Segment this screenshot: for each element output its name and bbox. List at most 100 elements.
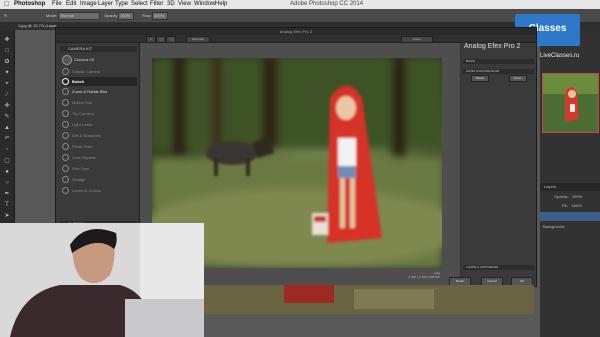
preset-label: Classic Camera [72, 69, 101, 74]
options-bar: ✎ Mode: Normal Opacity: 100% Flow: 100% [0, 9, 600, 23]
layers-panel-header: Layers [540, 183, 600, 191]
layer-row-background[interactable]: Background [540, 222, 600, 231]
split-view-icon[interactable]: ◫ [156, 36, 166, 43]
efex-title-bar: Analog Efex Pro 2 [56, 28, 536, 35]
opacity-field[interactable]: 100% [118, 12, 134, 20]
preset-film-type[interactable]: Film Type [62, 164, 137, 173]
camera-kit-icon [62, 55, 72, 65]
preset-icon [62, 110, 69, 118]
zoom-blur-button[interactable]: Zoom [509, 75, 527, 82]
preset-label: Film Type [72, 166, 90, 171]
preset-icon [62, 187, 69, 195]
menu-edit[interactable]: Edit [66, 0, 76, 9]
preset-levels-curves[interactable]: Levels & Curves [62, 186, 137, 195]
eraser-icon[interactable]: ▫ [3, 146, 11, 154]
preset-label: Toy Camera [72, 111, 94, 116]
mode-select[interactable]: Normal [58, 12, 100, 20]
preset-icon [62, 68, 69, 76]
layers-fill-value[interactable]: 100% [571, 203, 581, 208]
menu-3d[interactable]: 3D [167, 0, 175, 9]
layer-row-active[interactable] [540, 212, 600, 221]
magic-wand-icon[interactable]: ✦ [3, 69, 11, 77]
preset-motion-blur[interactable]: Motion Blur [62, 98, 137, 107]
layer-name: Background [543, 224, 565, 229]
section-basic[interactable]: BASIC [463, 59, 534, 64]
zoom-button[interactable]: Zoom [401, 36, 433, 43]
menu-image[interactable]: Image [80, 0, 97, 9]
pen-tool-icon[interactable]: ✒ [3, 190, 11, 198]
preset-icon [62, 99, 69, 107]
healing-brush-icon[interactable]: ✙ [3, 102, 11, 110]
crop-tool-icon[interactable]: ⌖ [3, 80, 11, 88]
menu-file[interactable]: File [52, 0, 62, 9]
menu-filter[interactable]: Filter [150, 0, 163, 9]
preset-photo-plate[interactable]: Photo Plate [62, 142, 137, 151]
move-tool-icon[interactable]: ✚ [3, 36, 11, 44]
window-title: Adobe Photoshop CC 2014 [290, 1, 364, 7]
preset-bokeh[interactable]: Bokeh [62, 77, 137, 86]
marquee-tool-icon[interactable]: □ [3, 47, 11, 55]
preset-label: Motion Blur [72, 100, 93, 105]
preset-icon [62, 143, 69, 151]
efex-brand: Analog Efex Pro 2 [464, 43, 521, 50]
mac-menu-bar:  Photoshop File Edit Image Layer Type S… [0, 0, 600, 9]
menu-view[interactable]: View [178, 0, 191, 9]
rotate-button[interactable]: Rotate [471, 75, 489, 82]
preset-icon [62, 132, 69, 140]
opacity-label: Opacity: [104, 13, 119, 18]
section-camera-kit[interactable]: CAMERA KIT [60, 46, 137, 52]
type-tool-icon[interactable]: T [3, 201, 11, 209]
menu-help[interactable]: Help [215, 0, 227, 9]
layers-fill-label: Fill: [562, 203, 569, 208]
menu-window[interactable]: Window [194, 0, 215, 9]
section-loupe-histogram[interactable]: LOUPE & HISTOGRAM [463, 265, 534, 270]
preset-icon [62, 165, 69, 173]
menu-layer[interactable]: Layer [98, 0, 113, 9]
preset-classic-camera[interactable]: Classic Camera [62, 67, 137, 76]
flow-field[interactable]: 100% [152, 12, 168, 20]
stamp-tool-icon[interactable]: ▲ [3, 124, 11, 132]
preset-label: Levels & Curves [72, 188, 102, 193]
preset-lens-vignette[interactable]: Lens Vignette [62, 153, 137, 162]
photo-caption: 1.jpg 4 418 × 6 624 | 300 PPI [340, 271, 440, 279]
preset-vintage[interactable]: Vintage [62, 175, 137, 184]
preset-dirt-scratches[interactable]: Dirt & Scratches [62, 131, 137, 140]
menu-app-name[interactable]: Photoshop [14, 0, 45, 9]
eyedropper-icon[interactable]: ∕ [3, 91, 11, 99]
history-brush-icon[interactable]: ↶ [3, 135, 11, 143]
efex-toolbar: □ ◫ ◫ Compare Zoom [56, 35, 536, 43]
menu-type[interactable]: Type [115, 0, 128, 9]
layers-opacity-value[interactable]: 100% [572, 194, 582, 199]
mode-value: Normal [61, 13, 74, 18]
menu-select[interactable]: Select [131, 0, 148, 9]
brush-tool-icon[interactable]: ✎ [4, 9, 7, 22]
preset-icon [62, 88, 69, 96]
preset-icon [62, 78, 69, 86]
preset-zoom-rotate-blur[interactable]: Zoom & Rotate Blur [62, 87, 137, 96]
apple-icon[interactable]:  [4, 0, 9, 9]
preset-label: Photo Plate [72, 144, 93, 149]
gradient-tool-icon[interactable]: ▢ [3, 157, 11, 165]
preset-icon [62, 176, 69, 184]
dodge-tool-icon[interactable]: ○ [3, 179, 11, 187]
preset-toy-camera[interactable]: Toy Camera [62, 109, 137, 118]
blur-tool-icon[interactable]: ● [3, 168, 11, 176]
side-by-side-icon[interactable]: ◫ [166, 36, 176, 43]
layers-tab[interactable]: Layers [544, 184, 556, 189]
document-tab[interactable]: 1.jpg @ 13,7% (Layer [18, 22, 57, 30]
path-selection-icon[interactable]: ➤ [3, 212, 11, 220]
preset-label: Vintage [72, 177, 86, 182]
lasso-tool-icon[interactable]: ✿ [3, 58, 11, 66]
flow-value: 100% [154, 13, 165, 18]
compare-button[interactable]: Compare [186, 36, 210, 43]
mode-label: Mode: [46, 13, 58, 18]
brush-tool-icon[interactable]: ✎ [3, 113, 11, 121]
flow-label: Flow: [142, 13, 152, 18]
preset-icon [62, 154, 69, 162]
navigator-thumbnail[interactable] [542, 73, 599, 133]
single-view-icon[interactable]: □ [146, 36, 156, 43]
adjustment-panel: Analog Efex Pro 2 BASIC ZOOM & ROTATE BL… [461, 43, 536, 286]
section-zoom-rotate-blur[interactable]: ZOOM & ROTATE BLUR [463, 69, 534, 74]
preset-light-leaks[interactable]: Light Leaks [62, 120, 137, 129]
navigator-image [543, 74, 598, 132]
